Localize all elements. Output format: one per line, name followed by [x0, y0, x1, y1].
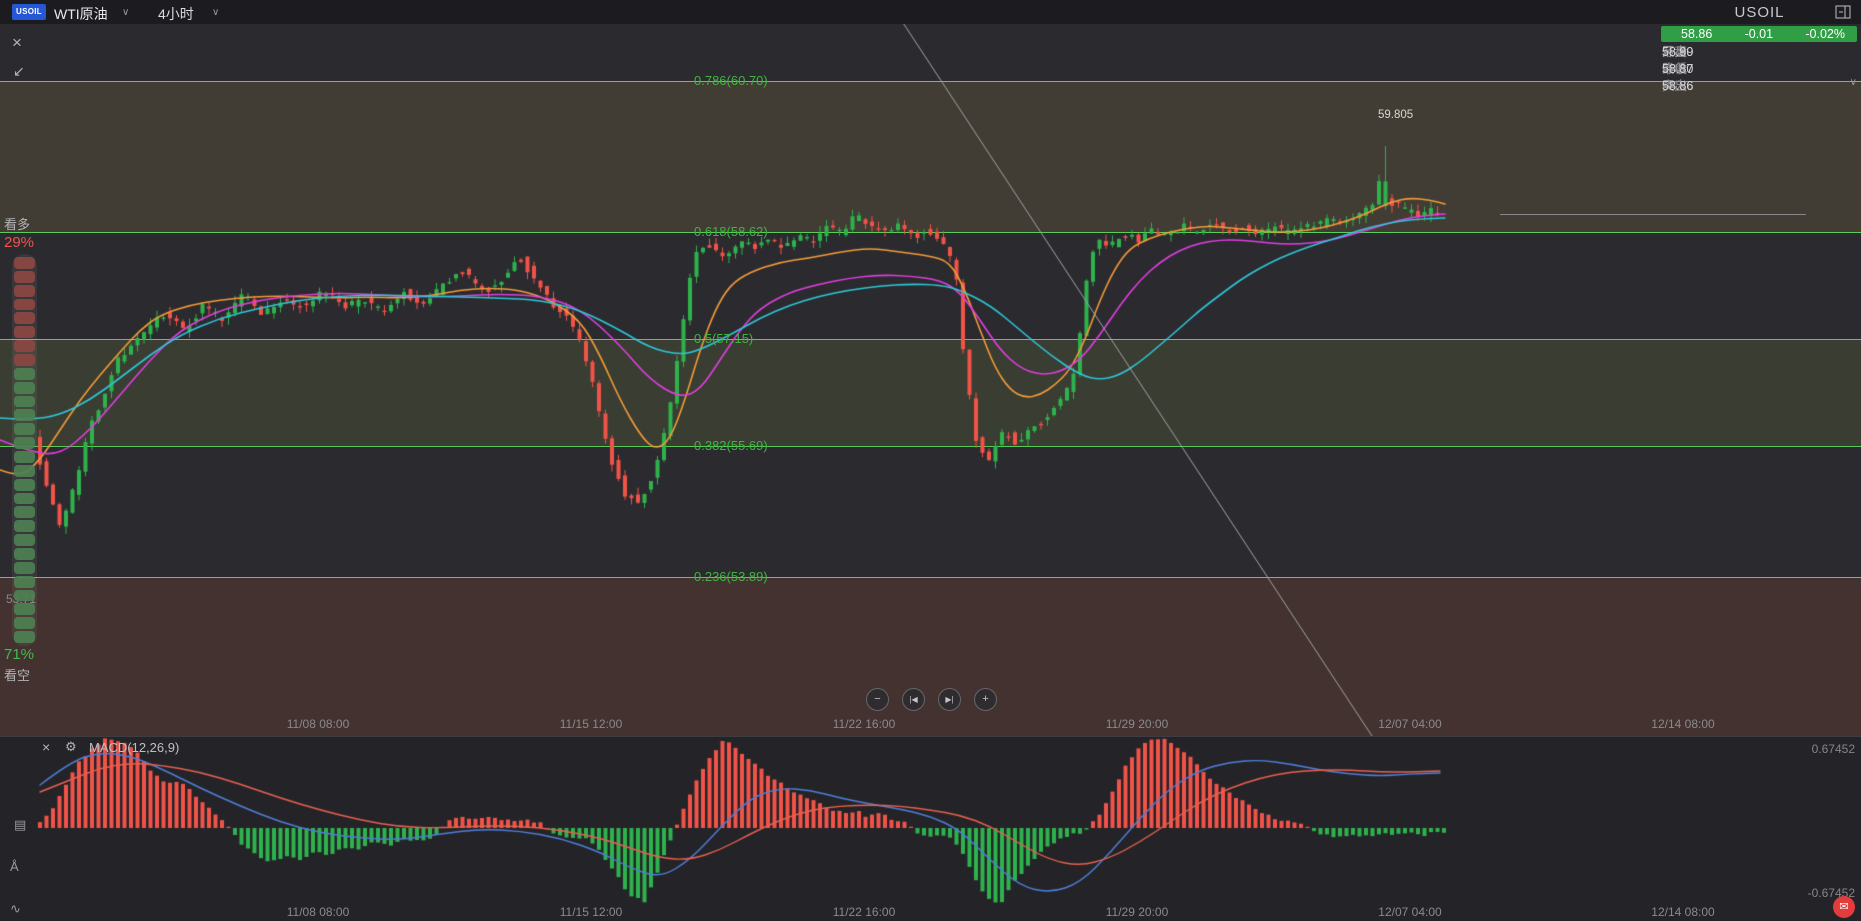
sentiment-long-label: 看多 — [4, 217, 31, 232]
fib-level-label: 0.236(53.89) — [694, 569, 768, 584]
time-axis-label: 11/22 16:00 — [832, 905, 896, 919]
quote-symbol-title: USOIL — [1734, 4, 1785, 21]
panel-toggle-icon[interactable] — [1835, 5, 1851, 19]
time-axis-label: 11/08 08:00 — [286, 717, 350, 731]
fib-level-label: 0.786(60.70) — [694, 73, 768, 88]
replay-controls: − |◀ ▶| + — [866, 688, 997, 711]
sentiment-pill-short — [14, 492, 35, 505]
zoom-out-button[interactable]: − — [866, 688, 889, 711]
sentiment-gauge — [12, 254, 37, 646]
quote-change-percent: -0.02% — [1805, 27, 1845, 41]
timeframe-selector[interactable]: 4小时 — [158, 4, 194, 24]
sentiment-pill-short — [14, 548, 35, 560]
trading-app: 0.786(60.70) 0.618(58.62) 0.5(57.15) 0.382(… — [0, 0, 1861, 921]
symbol-logo: USOIL — [12, 4, 46, 20]
sentiment-long-percent: 29% — [4, 234, 35, 251]
macd-settings-icon[interactable]: ⚙ — [65, 740, 77, 753]
quote-change: -0.01 — [1744, 27, 1774, 41]
sentiment-pill-short — [14, 575, 35, 588]
symbol-selector[interactable]: WTI原油 — [54, 4, 108, 24]
quote-field-value: 58.80 — [1662, 62, 1694, 76]
sentiment-pill-long — [14, 284, 35, 297]
time-axis-label: 12/07 04:00 — [1378, 905, 1442, 919]
sentiment-pill-short — [14, 617, 35, 630]
quote-field-value: 58.90 — [1662, 45, 1694, 59]
panels-icon[interactable]: ▤ — [14, 818, 26, 831]
sentiment-pill-short — [14, 464, 35, 477]
macd-indicator-title[interactable]: MACD(12,26,9) — [89, 740, 179, 755]
quote-detail-row: 昨收 58.87 最低 58.80 — [1662, 61, 1858, 78]
quote-price-bar: 58.86 -0.01 -0.02% — [1661, 26, 1857, 42]
time-axis-label: 11/08 08:00 — [286, 905, 350, 919]
measure-icon[interactable]: Å — [10, 860, 19, 873]
sentiment-pill-short — [14, 631, 35, 644]
sentiment-pill-short — [14, 561, 35, 574]
time-axis-label: 11/22 16:00 — [832, 717, 896, 731]
skip-back-button[interactable]: |◀ — [902, 688, 925, 711]
sentiment-pill-long — [14, 298, 35, 311]
close-drawing-icon[interactable]: × — [12, 34, 22, 51]
chevron-down-icon[interactable]: ∨ — [1850, 77, 1857, 88]
time-axis-label: 11/29 20:00 — [1105, 905, 1169, 919]
sentiment-pill-short — [14, 381, 35, 394]
time-axis-label: 11/15 12:00 — [559, 905, 623, 919]
sentiment-pill-long — [14, 326, 35, 339]
sentiment-pill-short — [14, 506, 35, 519]
last-price-line — [1500, 214, 1806, 215]
chevron-down-icon[interactable]: ∨ — [212, 7, 219, 18]
sentiment-pill-long — [14, 312, 35, 325]
sentiment-pill-long — [14, 354, 35, 366]
sentiment-pill-long — [14, 340, 35, 353]
time-axis-label: 11/15 12:00 — [559, 717, 623, 731]
zoom-in-button[interactable]: + — [974, 688, 997, 711]
sentiment-pill-short — [14, 520, 35, 533]
macd-scale-max: 0.67452 — [1811, 742, 1855, 756]
sentiment-pill-short — [14, 478, 35, 491]
sentiment-pill-long — [14, 270, 35, 283]
panel-separator — [0, 736, 1861, 737]
time-axis-label: 12/14 08:00 — [1651, 905, 1715, 919]
customer-service-badge[interactable]: ✉ — [1833, 896, 1855, 918]
wave-icon[interactable]: ∿ — [10, 902, 21, 915]
sentiment-pill-short — [14, 367, 35, 380]
fib-level-label: 0.5(57.15) — [694, 331, 754, 346]
fib-level-label: 0.618(58.62) — [694, 224, 768, 239]
top-toolbar: USOIL WTI原油 ∨ 4小时 ∨ — [0, 0, 1861, 24]
quote-field-value: 58.86 — [1662, 79, 1694, 93]
sentiment-short-percent: 71% — [4, 646, 35, 663]
sentiment-pill-short — [14, 603, 35, 616]
sentiment-pill-short — [14, 437, 35, 450]
fib-level-label: 0.382(55.69) — [694, 438, 768, 453]
sentiment-pill-short — [14, 409, 35, 422]
quote-detail-row: 开盘 58.89 最高 58.90 — [1662, 44, 1858, 61]
sentiment-pill-short — [14, 451, 35, 463]
sentiment-pill-long — [14, 257, 35, 269]
price-chart-canvas[interactable] — [0, 0, 1861, 921]
sentiment-pill-short — [14, 423, 35, 436]
macd-close-icon[interactable]: × — [42, 740, 50, 754]
sentiment-pill-short — [14, 534, 35, 547]
collapse-arrows-icon[interactable]: ↙ — [13, 64, 25, 78]
time-axis-label: 12/07 04:00 — [1378, 717, 1442, 731]
high-price-annotation: 59.805 — [1378, 109, 1414, 121]
sentiment-short-label: 看空 — [4, 668, 31, 683]
sentiment-pill-short — [14, 395, 35, 408]
quote-detail-row: 买入 58.86 卖出 58.86 — [1662, 78, 1858, 95]
quote-last-price: 58.86 — [1681, 27, 1713, 41]
sentiment-pill-short — [14, 589, 35, 602]
chevron-down-icon[interactable]: ∨ — [122, 7, 129, 18]
time-axis-label: 11/29 20:00 — [1105, 717, 1169, 731]
time-axis-label: 12/14 08:00 — [1651, 717, 1715, 731]
skip-forward-button[interactable]: ▶| — [938, 688, 961, 711]
